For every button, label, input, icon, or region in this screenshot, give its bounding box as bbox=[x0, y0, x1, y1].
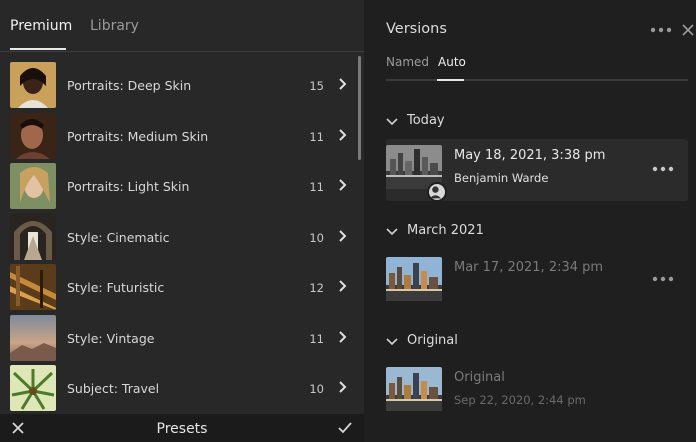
tab-auto[interactable]: Auto bbox=[438, 55, 466, 69]
preset-count: 10 bbox=[309, 382, 324, 396]
version-title: May 18, 2021, 3:38 pm bbox=[454, 148, 606, 163]
version-author: Benjamin Warde bbox=[454, 171, 549, 185]
version-subtabs: Named Auto bbox=[386, 55, 688, 81]
vintage-thumbnail bbox=[10, 314, 56, 361]
preset-row-style-cinematic[interactable]: Style: Cinematic 10 bbox=[0, 210, 356, 261]
preset-list-scrollbar[interactable] bbox=[358, 56, 361, 160]
chevron-right-icon bbox=[339, 280, 347, 292]
cinematic-thumbnail bbox=[10, 213, 56, 260]
preset-name: Style: Futuristic bbox=[67, 280, 165, 295]
portrait-light-skin-thumbnail bbox=[10, 163, 56, 209]
preset-row-subject-travel[interactable]: Subject: Travel 10 bbox=[0, 361, 356, 412]
portrait-deep-skin-thumbnail bbox=[10, 62, 56, 108]
preset-name: Portraits: Deep Skin bbox=[67, 78, 192, 93]
close-icon[interactable] bbox=[682, 24, 694, 36]
tab-premium[interactable]: Premium bbox=[10, 18, 72, 34]
checkmark-icon[interactable] bbox=[338, 421, 352, 435]
tab-library[interactable]: Library bbox=[90, 18, 139, 34]
preset-row-portraits-deep-skin[interactable]: Portraits: Deep Skin 15 bbox=[0, 58, 356, 109]
preset-count: 15 bbox=[309, 79, 324, 93]
preset-tabs: Premium Library bbox=[0, 0, 364, 52]
chevron-down-icon bbox=[386, 338, 398, 346]
chevron-right-icon bbox=[339, 179, 347, 191]
chevron-right-icon bbox=[339, 381, 347, 393]
versions-title: Versions bbox=[386, 21, 447, 37]
version-date: Sep 22, 2020, 2:44 pm bbox=[454, 393, 586, 407]
travel-thumbnail bbox=[10, 365, 56, 411]
chevron-right-icon bbox=[339, 229, 347, 242]
presets-panel: Premium Library Portraits: Deep Skin 15 … bbox=[0, 0, 364, 442]
more-options-icon[interactable] bbox=[652, 166, 674, 172]
preset-count: 10 bbox=[309, 230, 324, 245]
preset-count: 11 bbox=[309, 180, 324, 194]
version-item-selected[interactable]: May 18, 2021, 3:38 pm Benjamin Warde bbox=[386, 139, 688, 202]
section-label: Original bbox=[407, 333, 458, 348]
preset-name: Style: Vintage bbox=[67, 330, 155, 346]
chevron-right-icon bbox=[339, 78, 347, 90]
preset-row-portraits-medium-skin[interactable]: Portraits: Medium Skin 11 bbox=[0, 109, 356, 160]
chevron-right-icon bbox=[339, 330, 347, 343]
preset-count: 11 bbox=[309, 331, 324, 346]
preset-list: Portraits: Deep Skin 15 Portraits: Mediu… bbox=[0, 58, 356, 412]
more-options-icon[interactable] bbox=[652, 276, 674, 282]
preset-count: 12 bbox=[309, 281, 324, 295]
version-title: Mar 17, 2021, 2:34 pm bbox=[454, 260, 604, 275]
avatar bbox=[427, 182, 447, 202]
chevron-down-icon bbox=[386, 228, 398, 236]
city-version-thumbnail bbox=[386, 367, 442, 411]
active-tab-indicator bbox=[10, 48, 66, 50]
tab-named[interactable]: Named bbox=[386, 55, 429, 69]
active-subtab-indicator bbox=[437, 79, 464, 81]
section-label: Today bbox=[407, 113, 445, 128]
preset-row-portraits-light-skin[interactable]: Portraits: Light Skin 11 bbox=[0, 159, 356, 210]
presets-title: Presets bbox=[156, 421, 208, 437]
versions-panel: Versions Named Auto Today May 18, 2021, … bbox=[364, 0, 696, 442]
preset-row-style-futuristic[interactable]: Style: Futuristic 12 bbox=[0, 260, 356, 311]
presets-bottom-bar: Presets bbox=[0, 414, 364, 442]
version-item[interactable]: Mar 17, 2021, 2:34 pm bbox=[386, 251, 688, 313]
preset-count: 11 bbox=[309, 129, 324, 144]
city-version-thumbnail bbox=[386, 257, 442, 301]
more-options-icon[interactable] bbox=[650, 27, 672, 33]
preset-row-style-vintage[interactable]: Style: Vintage 11 bbox=[0, 311, 356, 362]
futuristic-thumbnail bbox=[10, 264, 56, 310]
chevron-down-icon bbox=[386, 118, 398, 126]
version-item-original[interactable]: Original Sep 22, 2020, 2:44 pm bbox=[386, 361, 688, 423]
preset-name: Portraits: Medium Skin bbox=[67, 128, 209, 144]
chevron-right-icon bbox=[339, 128, 347, 141]
preset-name: Subject: Travel bbox=[67, 381, 160, 396]
section-label: March 2021 bbox=[407, 223, 484, 238]
preset-name: Portraits: Light Skin bbox=[67, 179, 190, 194]
preset-name: Style: Cinematic bbox=[67, 229, 170, 245]
portrait-medium-skin-thumbnail bbox=[10, 112, 56, 159]
version-title: Original bbox=[454, 370, 505, 385]
